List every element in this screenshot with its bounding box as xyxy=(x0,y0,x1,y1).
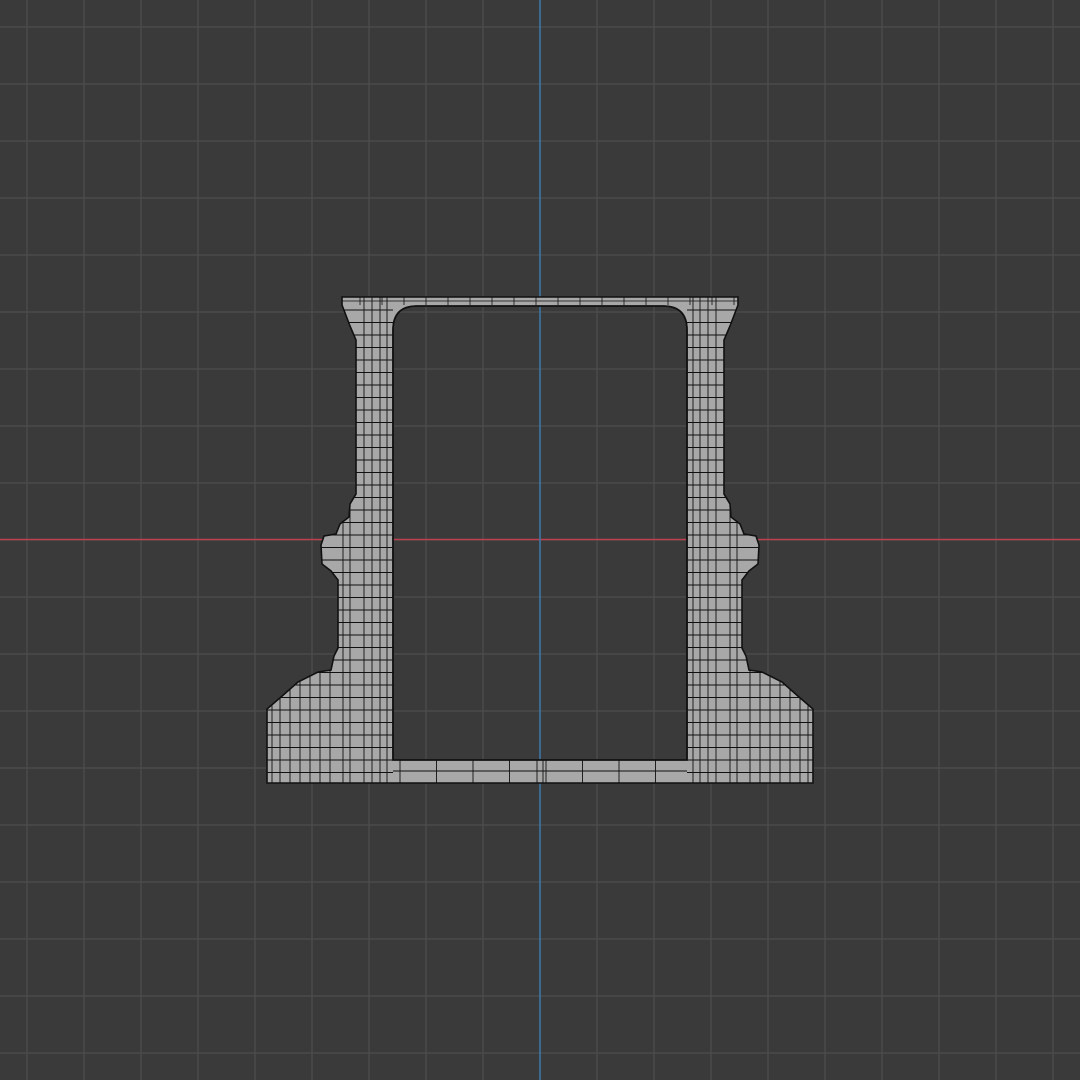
3d-viewport[interactable] xyxy=(0,0,1080,1080)
viewport-canvas[interactable] xyxy=(0,0,1080,1080)
